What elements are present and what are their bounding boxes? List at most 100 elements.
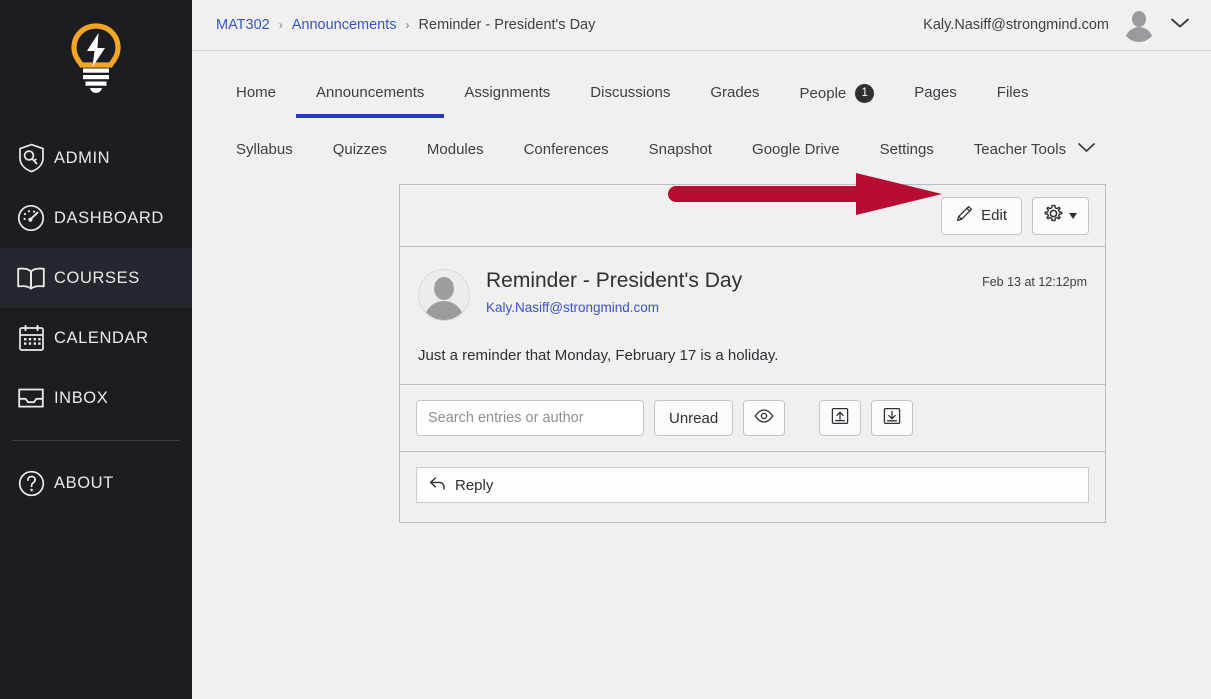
tab-google-drive[interactable]: Google Drive (732, 132, 860, 166)
shield-icon (8, 143, 54, 173)
tab-label: Assignments (464, 84, 551, 101)
reply-button[interactable]: Reply (416, 467, 1089, 503)
app-root: ADMIN DASHBOARD COURSES CALENDAR INBOX A… (0, 0, 1211, 699)
expand-replies-icon (883, 407, 901, 430)
gauge-icon (8, 204, 54, 232)
reply-arrow-icon (429, 476, 446, 495)
tab-label: People (799, 85, 847, 102)
tab-settings[interactable]: Settings (860, 132, 954, 166)
tab-label: Announcements (316, 84, 425, 101)
course-nav: Home Announcements Assignments Discussio… (192, 51, 1211, 166)
lightbulb-logo-icon (71, 23, 121, 94)
announcement-settings-button[interactable] (1032, 196, 1089, 235)
sidebar-divider (12, 440, 180, 441)
announcement-title: Reminder - President's Day (486, 269, 743, 292)
announcement-toolbar: Edit (400, 173, 1105, 247)
annotation-arrow-icon (668, 173, 942, 215)
sidebar-item-label: ABOUT (54, 473, 114, 492)
course-nav-row-2: Syllabus Quizzes Modules Conferences Sna… (216, 132, 1211, 166)
sidebar-item-label: ADMIN (54, 148, 111, 167)
tab-label: Home (236, 84, 277, 101)
sidebar-item-admin[interactable]: ADMIN (0, 128, 192, 188)
sidebar-item-dashboard[interactable]: DASHBOARD (0, 188, 192, 248)
breadcrumb-separator: › (405, 18, 410, 32)
user-email-label: Kaly.Nasiff@strongmind.com (923, 17, 1109, 33)
sidebar-item-label: COURSES (54, 268, 140, 287)
collapse-replies-icon (831, 407, 849, 430)
breadcrumb-course[interactable]: MAT302 (216, 17, 270, 33)
top-bar: MAT302 › Announcements › Reminder - Pres… (192, 0, 1211, 51)
app-logo[interactable] (0, 0, 192, 118)
tab-discussions[interactable]: Discussions (570, 75, 690, 109)
announcement-date: Feb 13 at 12:12pm (982, 275, 1087, 289)
tab-label: Conferences (523, 141, 609, 158)
sidebar-nav: ADMIN DASHBOARD COURSES CALENDAR INBOX A… (0, 128, 192, 513)
unread-filter-label: Unread (669, 409, 719, 427)
reply-zone: Reply (400, 452, 1105, 522)
tab-people[interactable]: People 1 (780, 75, 895, 111)
breadcrumb: MAT302 › Announcements › Reminder - Pres… (216, 17, 595, 33)
tab-assignments[interactable]: Assignments (444, 75, 570, 109)
announcement-header: Reminder - President's Day Kaly.Nasiff@s… (418, 269, 1087, 321)
breadcrumb-separator: › (278, 18, 283, 32)
teacher-tools-label: Teacher Tools (973, 141, 1067, 158)
calendar-icon (8, 324, 54, 352)
people-count-badge: 1 (855, 84, 875, 103)
chevron-down-icon (1076, 141, 1097, 158)
tab-label: Modules (426, 141, 484, 158)
sidebar-item-about[interactable]: ABOUT (0, 453, 192, 513)
collapse-replies-button[interactable] (819, 400, 862, 436)
sidebar-item-inbox[interactable]: INBOX (0, 368, 192, 428)
tab-syllabus[interactable]: Syllabus (216, 132, 313, 166)
sidebar-item-label: INBOX (54, 388, 109, 407)
breadcrumb-current: Reminder - President's Day (418, 17, 596, 33)
edit-button[interactable]: Edit (941, 196, 1022, 235)
announcement-message: Just a reminder that Monday, February 17… (418, 347, 779, 364)
unread-filter-button[interactable]: Unread (654, 400, 734, 436)
breadcrumb-announcements[interactable]: Announcements (292, 17, 397, 33)
user-avatar-icon[interactable] (1122, 8, 1156, 42)
reply-button-label: Reply (455, 476, 494, 494)
tab-label: Snapshot (648, 141, 713, 158)
question-circle-icon (8, 470, 54, 497)
tab-files[interactable]: Files (977, 75, 1049, 109)
topbar-user-menu[interactable]: Kaly.Nasiff@strongmind.com (923, 8, 1191, 42)
announcement-author-link[interactable]: Kaly.Nasiff@strongmind.com (486, 300, 742, 315)
edit-button-label: Edit (981, 207, 1007, 224)
tab-label: Syllabus (236, 141, 293, 158)
author-avatar-icon (418, 269, 470, 321)
global-sidebar: ADMIN DASHBOARD COURSES CALENDAR INBOX A… (0, 0, 214, 699)
inbox-icon (8, 385, 54, 411)
tab-conferences[interactable]: Conferences (504, 132, 629, 166)
expand-replies-button[interactable] (871, 400, 914, 436)
chevron-down-icon[interactable] (1169, 16, 1191, 35)
tab-label: Grades (710, 84, 760, 101)
tab-label: Files (996, 84, 1029, 101)
tab-label: Discussions (590, 84, 671, 101)
sidebar-item-label: CALENDAR (54, 328, 149, 347)
pencil-icon (956, 205, 973, 226)
tab-pages[interactable]: Pages (894, 75, 977, 109)
eye-icon (754, 408, 774, 428)
sidebar-item-label: DASHBOARD (54, 208, 164, 227)
tab-home[interactable]: Home (216, 75, 296, 109)
sidebar-item-calendar[interactable]: CALENDAR (0, 308, 192, 368)
tab-label: Quizzes (332, 141, 387, 158)
tab-grades[interactable]: Grades (690, 75, 779, 109)
announcement-meta: Reminder - President's Day Kaly.Nasiff@s… (486, 269, 742, 315)
search-input[interactable] (416, 400, 644, 436)
entries-filter-bar: Unread (400, 385, 1105, 452)
tab-announcements[interactable]: Announcements (296, 75, 445, 118)
tab-label: Settings (879, 141, 934, 158)
caret-down-icon (1069, 212, 1077, 219)
main-area: MAT302 › Announcements › Reminder - Pres… (192, 0, 1211, 699)
tab-label: Pages (914, 84, 957, 101)
announcement-body: Reminder - President's Day Kaly.Nasiff@s… (400, 247, 1105, 385)
mark-all-read-button[interactable] (743, 400, 786, 436)
tab-snapshot[interactable]: Snapshot (629, 132, 732, 166)
sidebar-item-courses[interactable]: COURSES (0, 248, 192, 308)
tab-modules[interactable]: Modules (407, 132, 504, 166)
course-nav-row-1: Home Announcements Assignments Discussio… (216, 75, 1211, 118)
teacher-tools-dropdown[interactable]: Teacher Tools (954, 132, 1105, 166)
tab-quizzes[interactable]: Quizzes (313, 132, 407, 166)
